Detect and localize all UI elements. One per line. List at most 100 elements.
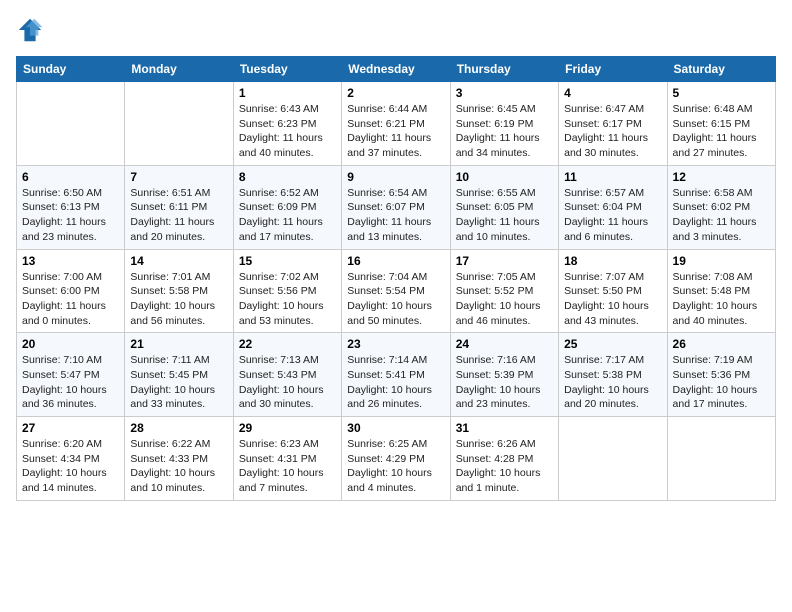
cell-content: Sunrise: 7:04 AMSunset: 5:54 PMDaylight:…: [347, 270, 444, 329]
day-number: 18: [564, 254, 661, 268]
cell-content: Sunrise: 7:05 AMSunset: 5:52 PMDaylight:…: [456, 270, 553, 329]
cell-content: Sunrise: 7:08 AMSunset: 5:48 PMDaylight:…: [673, 270, 770, 329]
calendar-week-row: 6 Sunrise: 6:50 AMSunset: 6:13 PMDaylight…: [17, 165, 776, 249]
calendar-cell: 1Sunrise: 6:43 AMSunset: 6:23 PMDaylight…: [233, 82, 341, 166]
calendar-cell: 20 Sunrise: 7:10 AMSunset: 5:47 PMDayligh…: [17, 333, 125, 417]
calendar-week-row: 13 Sunrise: 7:00 AMSunset: 6:00 PMDayligh…: [17, 249, 776, 333]
calendar-cell: 19 Sunrise: 7:08 AMSunset: 5:48 PMDayligh…: [667, 249, 775, 333]
day-number: 13: [22, 254, 119, 268]
calendar-cell: 29 Sunrise: 6:23 AMSunset: 4:31 PMDayligh…: [233, 417, 341, 501]
calendar-cell: 22 Sunrise: 7:13 AMSunset: 5:43 PMDayligh…: [233, 333, 341, 417]
cell-content: Sunrise: 6:54 AMSunset: 6:07 PMDaylight:…: [347, 186, 444, 245]
calendar-cell: 10 Sunrise: 6:55 AMSunset: 6:05 PMDayligh…: [450, 165, 558, 249]
cell-content: Sunrise: 6:57 AMSunset: 6:04 PMDaylight:…: [564, 186, 661, 245]
cell-content: Sunrise: 6:50 AMSunset: 6:13 PMDaylight:…: [22, 186, 119, 245]
cell-content: Sunrise: 7:01 AMSunset: 5:58 PMDaylight:…: [130, 270, 227, 329]
day-header: Friday: [559, 57, 667, 82]
day-number: 3: [456, 86, 553, 100]
day-number: 27: [22, 421, 119, 435]
day-number: 9: [347, 170, 444, 184]
day-number: 16: [347, 254, 444, 268]
cell-content: Sunrise: 7:02 AMSunset: 5:56 PMDaylight:…: [239, 270, 336, 329]
calendar-table: SundayMondayTuesdayWednesdayThursdayFrid…: [16, 56, 776, 501]
day-number: 24: [456, 337, 553, 351]
day-header: Monday: [125, 57, 233, 82]
day-header: Saturday: [667, 57, 775, 82]
header-row: SundayMondayTuesdayWednesdayThursdayFrid…: [17, 57, 776, 82]
calendar-cell: 25 Sunrise: 7:17 AMSunset: 5:38 PMDayligh…: [559, 333, 667, 417]
calendar-cell: [559, 417, 667, 501]
cell-content: Sunrise: 7:17 AMSunset: 5:38 PMDaylight:…: [564, 353, 661, 412]
calendar-cell: 2 Sunrise: 6:44 AMSunset: 6:21 PMDaylight…: [342, 82, 450, 166]
day-header: Thursday: [450, 57, 558, 82]
calendar-cell: 9 Sunrise: 6:54 AMSunset: 6:07 PMDaylight…: [342, 165, 450, 249]
day-number: 15: [239, 254, 336, 268]
calendar-cell: 6 Sunrise: 6:50 AMSunset: 6:13 PMDaylight…: [17, 165, 125, 249]
day-number: 22: [239, 337, 336, 351]
page-header: [16, 16, 776, 44]
day-number: 20: [22, 337, 119, 351]
day-number: 12: [673, 170, 770, 184]
calendar-cell: 15 Sunrise: 7:02 AMSunset: 5:56 PMDayligh…: [233, 249, 341, 333]
calendar-cell: 17 Sunrise: 7:05 AMSunset: 5:52 PMDayligh…: [450, 249, 558, 333]
calendar-cell: 12 Sunrise: 6:58 AMSunset: 6:02 PMDayligh…: [667, 165, 775, 249]
day-number: 17: [456, 254, 553, 268]
day-number: 2: [347, 86, 444, 100]
calendar-week-row: 27Sunrise: 6:20 AMSunset: 4:34 PMDayligh…: [17, 417, 776, 501]
cell-content: Sunrise: 6:52 AMSunset: 6:09 PMDaylight:…: [239, 186, 336, 245]
cell-content: Sunrise: 7:10 AMSunset: 5:47 PMDaylight:…: [22, 353, 119, 412]
cell-content: Sunrise: 6:44 AMSunset: 6:21 PMDaylight:…: [347, 102, 444, 161]
day-number: 29: [239, 421, 336, 435]
cell-content: Sunrise: 6:26 AMSunset: 4:28 PMDaylight:…: [456, 437, 553, 496]
calendar-cell: 13 Sunrise: 7:00 AMSunset: 6:00 PMDayligh…: [17, 249, 125, 333]
cell-content: Sunrise: 7:16 AMSunset: 5:39 PMDaylight:…: [456, 353, 553, 412]
cell-content: Sunrise: 6:58 AMSunset: 6:02 PMDaylight:…: [673, 186, 770, 245]
calendar-cell: 4 Sunrise: 6:47 AMSunset: 6:17 PMDaylight…: [559, 82, 667, 166]
day-header: Sunday: [17, 57, 125, 82]
calendar-cell: 21 Sunrise: 7:11 AMSunset: 5:45 PMDayligh…: [125, 333, 233, 417]
cell-content: Sunrise: 6:43 AMSunset: 6:23 PMDaylight:…: [239, 102, 336, 161]
calendar-cell: [667, 417, 775, 501]
calendar-cell: 8 Sunrise: 6:52 AMSunset: 6:09 PMDaylight…: [233, 165, 341, 249]
day-number: 8: [239, 170, 336, 184]
calendar-cell: 16 Sunrise: 7:04 AMSunset: 5:54 PMDayligh…: [342, 249, 450, 333]
calendar-cell: 5 Sunrise: 6:48 AMSunset: 6:15 PMDaylight…: [667, 82, 775, 166]
calendar-cell: 11 Sunrise: 6:57 AMSunset: 6:04 PMDayligh…: [559, 165, 667, 249]
calendar-cell: [17, 82, 125, 166]
cell-content: Sunrise: 6:22 AMSunset: 4:33 PMDaylight:…: [130, 437, 227, 496]
calendar-cell: 30Sunrise: 6:25 AMSunset: 4:29 PMDayligh…: [342, 417, 450, 501]
cell-content: Sunrise: 7:07 AMSunset: 5:50 PMDaylight:…: [564, 270, 661, 329]
cell-content: Sunrise: 7:13 AMSunset: 5:43 PMDaylight:…: [239, 353, 336, 412]
day-number: 11: [564, 170, 661, 184]
day-number: 7: [130, 170, 227, 184]
logo-icon: [16, 16, 44, 44]
calendar-cell: 31Sunrise: 6:26 AMSunset: 4:28 PMDayligh…: [450, 417, 558, 501]
day-number: 21: [130, 337, 227, 351]
cell-content: Sunrise: 6:47 AMSunset: 6:17 PMDaylight:…: [564, 102, 661, 161]
calendar-cell: 14 Sunrise: 7:01 AMSunset: 5:58 PMDayligh…: [125, 249, 233, 333]
calendar-cell: 23Sunrise: 7:14 AMSunset: 5:41 PMDayligh…: [342, 333, 450, 417]
logo: [16, 16, 46, 44]
cell-content: Sunrise: 6:51 AMSunset: 6:11 PMDaylight:…: [130, 186, 227, 245]
calendar-week-row: 20 Sunrise: 7:10 AMSunset: 5:47 PMDayligh…: [17, 333, 776, 417]
cell-content: Sunrise: 6:45 AMSunset: 6:19 PMDaylight:…: [456, 102, 553, 161]
calendar-cell: [125, 82, 233, 166]
day-number: 6: [22, 170, 119, 184]
cell-content: Sunrise: 6:55 AMSunset: 6:05 PMDaylight:…: [456, 186, 553, 245]
cell-content: Sunrise: 7:00 AMSunset: 6:00 PMDaylight:…: [22, 270, 119, 329]
day-number: 14: [130, 254, 227, 268]
day-number: 19: [673, 254, 770, 268]
day-number: 25: [564, 337, 661, 351]
day-number: 4: [564, 86, 661, 100]
calendar-cell: 26Sunrise: 7:19 AMSunset: 5:36 PMDayligh…: [667, 333, 775, 417]
cell-content: Sunrise: 7:14 AMSunset: 5:41 PMDaylight:…: [347, 353, 444, 412]
cell-content: Sunrise: 6:23 AMSunset: 4:31 PMDaylight:…: [239, 437, 336, 496]
day-number: 28: [130, 421, 227, 435]
calendar-cell: 7 Sunrise: 6:51 AMSunset: 6:11 PMDaylight…: [125, 165, 233, 249]
day-number: 10: [456, 170, 553, 184]
cell-content: Sunrise: 6:48 AMSunset: 6:15 PMDaylight:…: [673, 102, 770, 161]
calendar-week-row: 1Sunrise: 6:43 AMSunset: 6:23 PMDaylight…: [17, 82, 776, 166]
cell-content: Sunrise: 7:11 AMSunset: 5:45 PMDaylight:…: [130, 353, 227, 412]
day-number: 26: [673, 337, 770, 351]
day-number: 5: [673, 86, 770, 100]
